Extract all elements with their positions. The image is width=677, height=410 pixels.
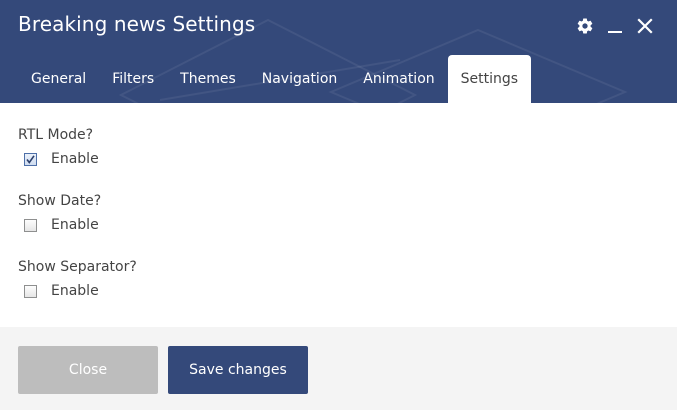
show-separator-enable-label[interactable]: Enable bbox=[51, 283, 99, 299]
dialog-footer: Close Save changes bbox=[0, 327, 677, 410]
tab-animation[interactable]: Animation bbox=[350, 55, 447, 103]
tab-navigation[interactable]: Navigation bbox=[249, 55, 351, 103]
header-controls bbox=[565, 16, 655, 36]
rtl-mode-option: Enable bbox=[18, 149, 99, 169]
show-date-enable-label[interactable]: Enable bbox=[51, 217, 99, 233]
rtl-mode-checkbox[interactable] bbox=[24, 152, 37, 166]
close-icon[interactable] bbox=[635, 16, 655, 36]
show-separator-checkbox[interactable] bbox=[24, 284, 37, 298]
tab-settings[interactable]: Settings bbox=[447, 55, 532, 103]
show-date-label: Show Date? bbox=[18, 193, 102, 209]
show-date-checkbox[interactable] bbox=[24, 218, 37, 232]
gear-icon[interactable] bbox=[575, 16, 595, 36]
save-changes-button[interactable]: Save changes bbox=[168, 346, 308, 394]
close-button[interactable]: Close bbox=[18, 346, 158, 394]
show-date-field: Show Date? Enable bbox=[18, 191, 101, 235]
tab-filters[interactable]: Filters bbox=[99, 55, 167, 103]
settings-panel: RTL Mode? Enable Show Date? Enable Show … bbox=[0, 103, 677, 327]
minimize-icon[interactable] bbox=[605, 16, 625, 36]
rtl-mode-field: RTL Mode? Enable bbox=[18, 125, 99, 169]
show-date-option: Enable bbox=[18, 215, 101, 235]
rtl-mode-enable-label[interactable]: Enable bbox=[51, 151, 99, 167]
show-separator-field: Show Separator? Enable bbox=[18, 257, 137, 301]
tab-general[interactable]: General bbox=[18, 55, 99, 103]
dialog-title: Breaking news Settings bbox=[18, 12, 256, 36]
checkmark-icon bbox=[26, 154, 35, 164]
tab-themes[interactable]: Themes bbox=[167, 55, 249, 103]
show-separator-label: Show Separator? bbox=[18, 259, 137, 275]
rtl-mode-label: RTL Mode? bbox=[18, 127, 94, 143]
dialog-header: Breaking news Settings General Filters T… bbox=[0, 0, 677, 103]
tab-bar: General Filters Themes Navigation Animat… bbox=[18, 55, 532, 103]
show-separator-option: Enable bbox=[18, 281, 137, 301]
